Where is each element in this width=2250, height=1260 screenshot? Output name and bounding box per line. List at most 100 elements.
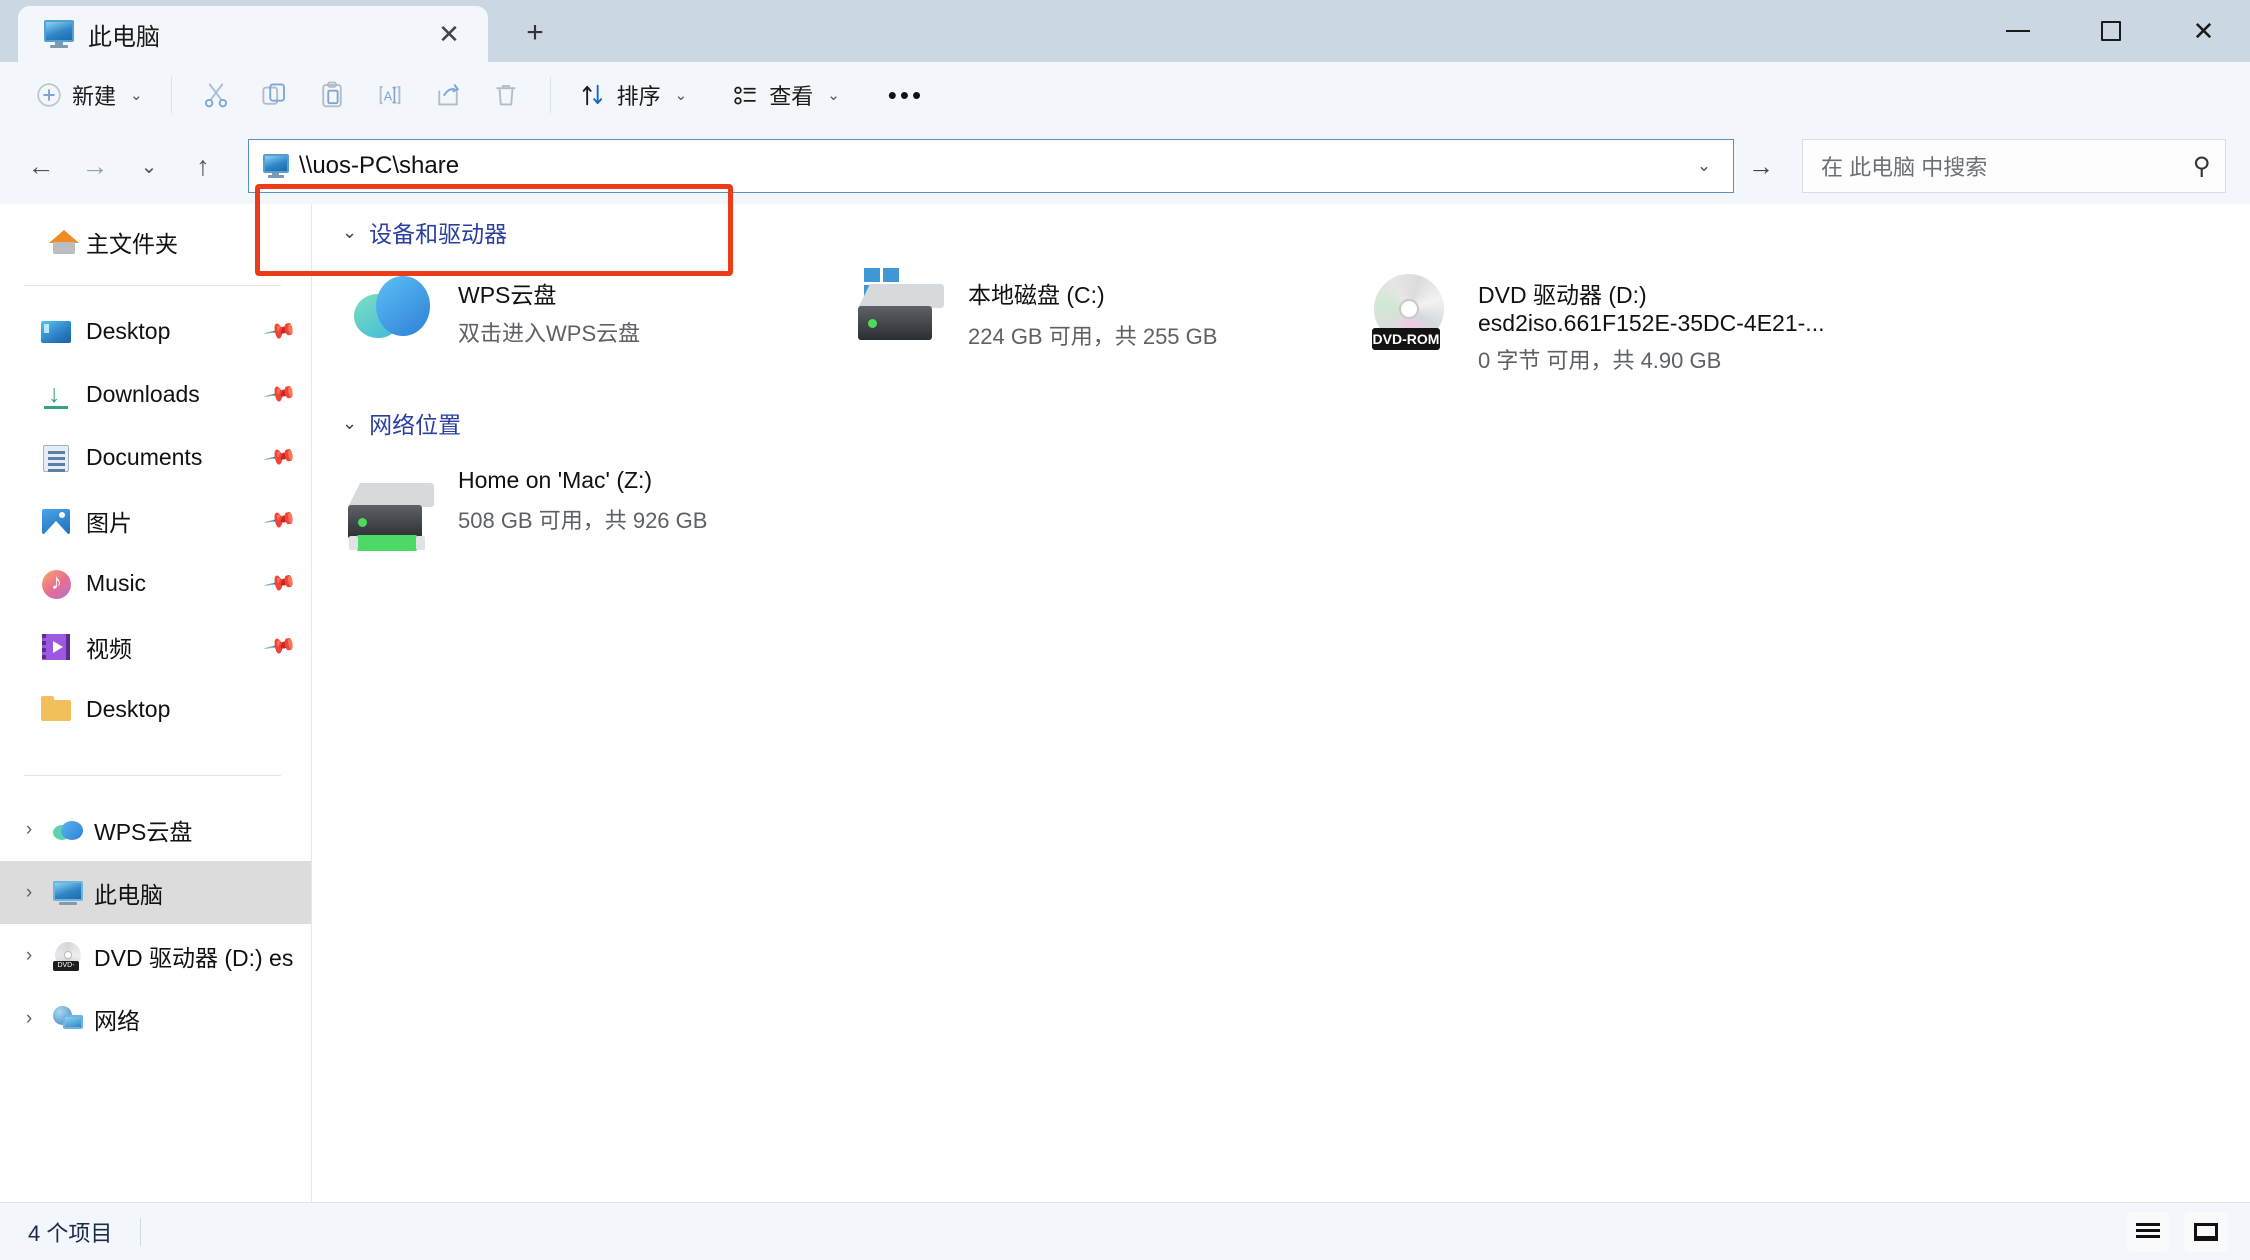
new-button[interactable]: 新建 ⌄ — [24, 70, 155, 120]
sidebar-item-home[interactable]: 主文件夹 — [0, 210, 311, 273]
chevron-right-icon[interactable]: › — [16, 945, 42, 967]
share-button[interactable] — [420, 70, 476, 120]
wps-cloud-large-icon — [344, 270, 440, 354]
this-pc-icon — [52, 877, 84, 909]
cut-button[interactable] — [188, 70, 244, 120]
address-row: ← → ⌄ ↑ \\uos-PC\share ⌄ → 在 此电脑 中搜索 ⚲ — [0, 128, 2250, 204]
paste-button[interactable] — [304, 70, 360, 120]
desktop-blue-icon — [40, 316, 72, 348]
drive-tile-wps-cloud[interactable]: WPS云盘 双击进入WPS云盘 — [344, 262, 854, 385]
pin-icon[interactable]: 📌 — [262, 440, 298, 475]
sidebar-item-label: Desktop — [86, 318, 171, 344]
this-pc-icon — [263, 154, 289, 178]
plus-circle-icon — [37, 83, 61, 107]
pin-icon[interactable]: 📌 — [262, 503, 298, 538]
pin-icon[interactable]: 📌 — [262, 314, 298, 349]
pin-icon[interactable]: 📌 — [262, 566, 298, 601]
videos-icon — [40, 631, 72, 663]
tab-this-pc[interactable]: 此电脑 ✕ — [18, 6, 488, 62]
view-toggles — [2126, 1211, 2228, 1252]
sidebar-item-wps-cloud[interactable]: › WPS云盘 — [0, 798, 311, 861]
search-icon: ⚲ — [2193, 152, 2211, 180]
group-header-devices[interactable]: ⌄ 设备和驱动器 — [332, 210, 2250, 254]
status-bar: 4 个项目 — [0, 1202, 2250, 1260]
sort-button[interactable]: 排序 ⌄ — [567, 70, 700, 120]
view-button[interactable]: 查看 ⌄ — [719, 70, 852, 120]
sidebar-item-label: 主文件夹 — [86, 230, 178, 257]
sidebar-item-label: DVD 驱动器 (D:) es — [94, 944, 293, 971]
sidebar-item-videos[interactable]: 视频 📌 — [0, 615, 311, 678]
drive-name: Home on 'Mac' (Z:) — [458, 467, 653, 493]
share-icon — [437, 84, 459, 106]
drive-tile-local-disk-c[interactable]: 本地磁盘 (C:) 224 GB 可用，共 255 GB — [854, 262, 1364, 385]
copy-button[interactable] — [246, 70, 302, 120]
chevron-right-icon[interactable]: › — [16, 1008, 42, 1030]
sidebar-item-dvd-drive[interactable]: › DVD-ROM DVD 驱动器 (D:) es — [0, 924, 311, 987]
sidebar-item-network[interactable]: › 网络 — [0, 987, 311, 1050]
status-divider — [140, 1217, 142, 1246]
chevron-down-icon[interactable]: ⌄ — [342, 413, 357, 434]
chevron-right-icon[interactable]: › — [16, 882, 42, 904]
sidebar-item-label: 视频 — [86, 635, 132, 662]
music-icon — [40, 568, 72, 600]
sidebar-item-documents[interactable]: Documents 📌 — [0, 426, 311, 489]
drive-tile-home-on-mac[interactable]: Home on 'Mac' (Z:) 508 GB 可用，共 926 GB — [344, 453, 904, 555]
rename-icon: A — [379, 85, 400, 105]
new-tab-button[interactable]: + — [510, 8, 560, 58]
forward-button[interactable]: → — [68, 139, 122, 193]
drive-volume-label: esd2iso.661F152E-35DC-4E21-... — [1478, 310, 1825, 336]
pin-icon[interactable]: 📌 — [262, 629, 298, 664]
window-controls: ✕ — [1971, 0, 2250, 62]
group-header-network[interactable]: ⌄ 网络位置 — [332, 401, 2250, 445]
window-body: 主文件夹 Desktop 📌 ↓ Downloads 📌 Documents 📌 — [0, 204, 2250, 1202]
tab-label: 此电脑 — [88, 23, 160, 51]
sidebar-item-music[interactable]: Music 📌 — [0, 552, 311, 615]
pin-icon[interactable]: 📌 — [262, 377, 298, 412]
sidebar-item-desktop-folder[interactable]: Desktop — [0, 678, 311, 741]
file-list-pane[interactable]: ⌄ 设备和驱动器 WPS云盘 双击进入WPS云盘 本地磁盘 (C:) 224 G… — [312, 204, 2250, 1202]
details-view-icon[interactable] — [2126, 1211, 2170, 1252]
navigation-pane: 主文件夹 Desktop 📌 ↓ Downloads 📌 Documents 📌 — [0, 204, 312, 1202]
sidebar-item-downloads[interactable]: ↓ Downloads 📌 — [0, 363, 311, 426]
rename-button[interactable]: A — [362, 70, 418, 120]
back-button[interactable]: ← — [14, 139, 68, 193]
dvd-rom-icon: DVD-ROM — [1364, 270, 1460, 354]
chevron-down-icon[interactable]: ⌄ — [1685, 146, 1723, 186]
chevron-down-icon: ⌄ — [827, 87, 840, 104]
go-button[interactable]: → — [1734, 139, 1788, 193]
pictures-icon — [40, 505, 72, 537]
address-input[interactable]: \\uos-PC\share — [299, 152, 1675, 180]
new-button-label: 新建 — [72, 84, 117, 109]
delete-button[interactable] — [478, 70, 534, 120]
recent-locations-button[interactable]: ⌄ — [122, 139, 176, 193]
drive-info: WPS云盘 双击进入WPS云盘 — [458, 270, 854, 348]
drive-tile-dvd-d[interactable]: DVD-ROM DVD 驱动器 (D:) esd2iso.661F152E-35… — [1364, 262, 1874, 385]
title-bar: 此电脑 ✕ + ✕ — [0, 0, 2250, 62]
sidebar-item-pictures[interactable]: 图片 📌 — [0, 489, 311, 552]
paste-icon — [321, 81, 342, 108]
search-input[interactable]: 在 此电脑 中搜索 — [1821, 150, 2193, 182]
minimize-button[interactable] — [1971, 0, 2064, 62]
hard-disk-windows-icon — [854, 268, 950, 354]
address-bar[interactable]: \\uos-PC\share ⌄ — [248, 139, 1734, 193]
close-button[interactable]: ✕ — [2157, 0, 2250, 62]
more-options-button[interactable]: ••• — [876, 70, 936, 120]
up-button[interactable]: ↑ — [176, 139, 230, 193]
drive-name: 本地磁盘 (C:) — [968, 282, 1105, 308]
group-title: 设备和驱动器 — [369, 221, 508, 247]
chevron-right-icon[interactable]: › — [16, 819, 42, 841]
large-icons-view-icon[interactable] — [2184, 1211, 2228, 1252]
sidebar-item-label: Documents — [86, 444, 203, 470]
chevron-down-icon[interactable]: ⌄ — [342, 222, 357, 243]
sidebar-item-this-pc[interactable]: › 此电脑 — [0, 861, 311, 924]
maximize-button[interactable] — [2064, 0, 2157, 62]
capacity-text: 0 字节 可用，共 4.90 GB — [1478, 348, 1722, 373]
folder-icon — [40, 694, 72, 726]
ellipsis-icon: ••• — [887, 79, 925, 110]
copy-icon — [262, 83, 285, 105]
tab-close-icon[interactable]: ✕ — [428, 13, 470, 55]
search-box[interactable]: 在 此电脑 中搜索 ⚲ — [1802, 139, 2226, 193]
sidebar-divider-2 — [24, 775, 281, 776]
sort-button-label: 排序 — [616, 84, 661, 109]
sidebar-item-desktop-pinned[interactable]: Desktop 📌 — [0, 300, 311, 363]
